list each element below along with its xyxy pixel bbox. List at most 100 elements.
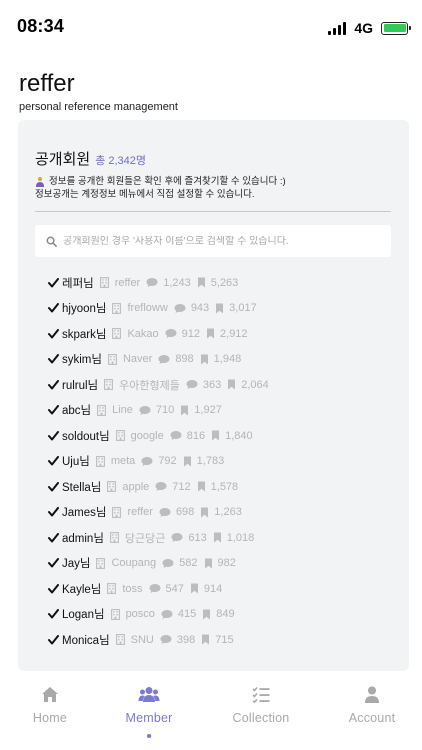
search-input[interactable] bbox=[63, 235, 383, 247]
member-bookmarks: 1,948 bbox=[200, 353, 242, 366]
member-comments: 547 bbox=[149, 583, 184, 595]
check-icon bbox=[48, 583, 62, 594]
app-subtitle: personal reference management bbox=[19, 101, 178, 113]
tab-account[interactable]: Account bbox=[322, 686, 422, 725]
check-icon bbox=[48, 609, 62, 619]
company-name: SNU bbox=[130, 633, 154, 646]
member-row[interactable]: Stella님 apple 712 1,578 bbox=[48, 474, 269, 500]
member-row[interactable]: James님 reffer 698 1,263 bbox=[48, 500, 269, 526]
tab-member[interactable]: Member bbox=[99, 686, 199, 738]
member-row[interactable]: Jay님 Coupang 582 982 bbox=[48, 551, 269, 577]
comment-icon bbox=[170, 430, 182, 441]
member-bookmarks: 5,263 bbox=[197, 276, 239, 289]
comment-count: 582 bbox=[179, 557, 198, 570]
member-company: meta bbox=[95, 455, 136, 468]
bookmark-count: 5,263 bbox=[210, 276, 239, 289]
bookmark-count: 3,017 bbox=[229, 302, 257, 315]
comment-icon bbox=[174, 303, 186, 314]
member-bookmarks: 2,912 bbox=[206, 328, 248, 340]
member-row[interactable]: skpark님 Kakao 912 2,912 bbox=[48, 321, 269, 347]
comment-icon bbox=[158, 354, 170, 365]
building-icon bbox=[112, 302, 122, 314]
users-icon bbox=[138, 687, 160, 702]
search-box[interactable] bbox=[35, 225, 391, 257]
check-icon bbox=[48, 430, 62, 441]
member-comments: 613 bbox=[171, 532, 207, 544]
member-row[interactable]: sykim님 Naver 898 1,948 bbox=[48, 347, 269, 373]
company-name: meta bbox=[110, 455, 136, 468]
member-row[interactable]: soldout님 google 816 1,840 bbox=[48, 423, 269, 449]
check-icon bbox=[48, 303, 62, 313]
member-name: 레퍼님 bbox=[62, 277, 94, 290]
bookmark-count: 2,912 bbox=[220, 327, 248, 340]
bookmark-icon bbox=[206, 328, 215, 339]
company-name: google bbox=[130, 429, 164, 442]
member-bookmarks: 1,263 bbox=[200, 506, 242, 518]
tab-collection[interactable]: Collection bbox=[211, 686, 311, 725]
search-icon bbox=[46, 236, 57, 247]
member-name: rulrul님 bbox=[62, 379, 99, 392]
comment-icon bbox=[155, 481, 167, 492]
member-comments: 363 bbox=[186, 379, 221, 391]
building-icon bbox=[107, 583, 117, 595]
member-name: James님 bbox=[62, 507, 107, 520]
company-name: Line bbox=[112, 404, 133, 417]
member-row[interactable]: abc님 Line 710 1,927 bbox=[48, 398, 269, 424]
bookmark-count: 982 bbox=[217, 557, 236, 570]
member-row[interactable]: admin님 당근당근 613 1,018 bbox=[48, 525, 269, 551]
member-comments: 1,243 bbox=[146, 277, 191, 289]
comment-icon bbox=[146, 277, 158, 288]
member-name: hjyoon님 bbox=[62, 303, 107, 316]
building-icon bbox=[96, 557, 106, 569]
member-company: 당근당근 bbox=[109, 530, 165, 546]
check-icon bbox=[48, 379, 62, 390]
bookmark-count: 1,840 bbox=[225, 429, 253, 442]
company-name: toss bbox=[122, 582, 143, 595]
bookmark-icon bbox=[180, 405, 189, 416]
section-title: 공개회원 bbox=[35, 151, 91, 168]
building-icon bbox=[110, 608, 120, 620]
member-name: Jay님 bbox=[62, 558, 91, 571]
check-icon bbox=[48, 532, 62, 543]
tab-home[interactable]: Home bbox=[0, 686, 100, 725]
company-name: Coupang bbox=[111, 557, 157, 570]
check-icon bbox=[48, 634, 62, 645]
member-name: soldout님 bbox=[62, 430, 110, 443]
bookmark-icon bbox=[211, 430, 220, 441]
member-comments: 816 bbox=[170, 430, 205, 442]
bookmark-count: 1,263 bbox=[214, 506, 242, 519]
bookmark-icon bbox=[200, 354, 209, 365]
status-time: 08:34 bbox=[17, 16, 65, 36]
public-members-card: 공개회원 총 2,342명 정보를 공개한 회원들은 확인 후에 즐겨찾기할 수… bbox=[18, 120, 409, 671]
member-row[interactable]: Kayle님 toss 547 914 bbox=[48, 576, 269, 602]
member-company: Line bbox=[97, 404, 133, 416]
network-type: 4G bbox=[354, 20, 373, 36]
member-name: admin님 bbox=[62, 532, 104, 545]
member-row[interactable]: Uju님 meta 792 1,783 bbox=[48, 449, 269, 475]
notice-line-2: 정보공개는 계정정보 메뉴에서 직접 설정할 수 있습니다. bbox=[35, 189, 255, 200]
company-name: frefloww bbox=[127, 302, 168, 315]
check-icon bbox=[48, 481, 62, 492]
building-icon bbox=[115, 430, 125, 442]
home-icon bbox=[42, 687, 58, 702]
member-name: Monica님 bbox=[62, 634, 110, 647]
bookmark-icon bbox=[202, 609, 211, 620]
member-row[interactable]: Monica님 SNU 398 715 bbox=[48, 627, 269, 653]
person-icon bbox=[35, 176, 45, 187]
member-row[interactable]: Logan님 posco 415 849 bbox=[48, 602, 269, 628]
building-icon bbox=[108, 353, 117, 365]
bookmark-icon bbox=[183, 456, 192, 467]
comment-icon bbox=[149, 583, 161, 594]
tab-label-collection: Collection bbox=[232, 711, 290, 725]
section-heading: 공개회원 총 2,342명 bbox=[35, 148, 146, 169]
bookmark-count: 1,948 bbox=[213, 353, 242, 366]
member-row[interactable]: rulrul님 우아한형제들 363 2,064 bbox=[48, 372, 269, 398]
comment-icon bbox=[161, 609, 173, 620]
member-bookmarks: 1,018 bbox=[213, 532, 254, 544]
comment-count: 816 bbox=[186, 429, 206, 442]
member-bookmarks: 914 bbox=[190, 583, 222, 595]
member-row[interactable]: hjyoon님 frefloww 943 3,017 bbox=[48, 296, 269, 322]
member-row[interactable]: 레퍼님 reffer 1,243 5,263 bbox=[48, 270, 269, 296]
building-icon bbox=[97, 404, 107, 416]
member-comments: 710 bbox=[139, 404, 174, 416]
